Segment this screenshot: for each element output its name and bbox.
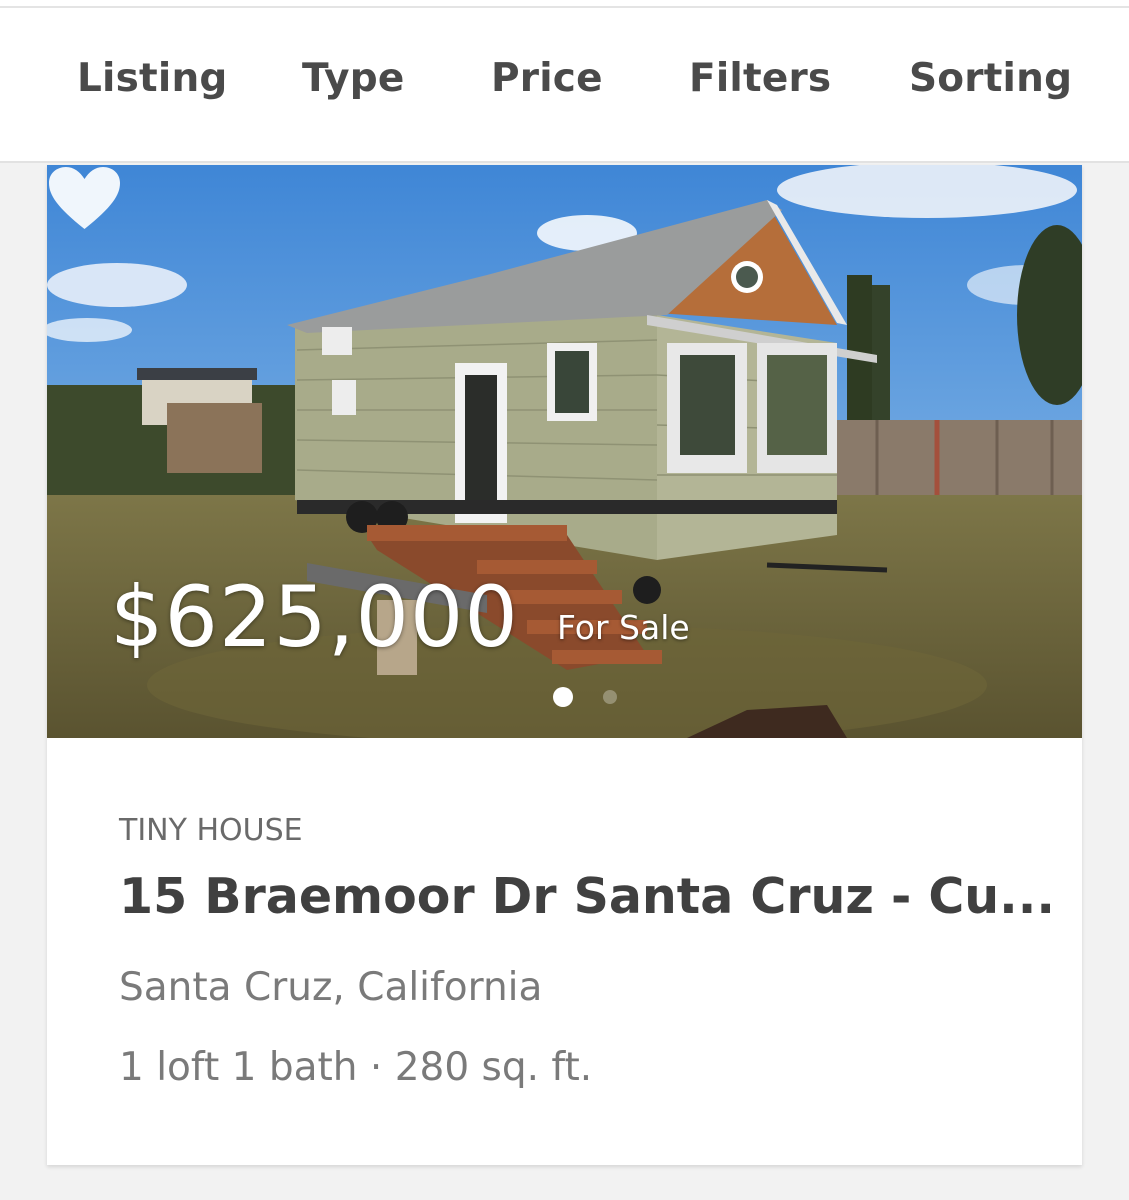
listing-card[interactable]: $625,000 For Sale TINY HOUSE 15 Braemoor… bbox=[47, 165, 1082, 1165]
tab-listing[interactable]: Listing bbox=[77, 56, 228, 101]
photo-indicator-active[interactable] bbox=[553, 687, 573, 707]
top-divider bbox=[0, 0, 1129, 8]
tab-price[interactable]: Price bbox=[491, 56, 603, 101]
photo-indicator[interactable] bbox=[603, 690, 617, 704]
tab-filters[interactable]: Filters bbox=[689, 56, 831, 101]
filter-tab-bar: Listing Type Price Filters Sorting bbox=[0, 8, 1129, 163]
listing-photo[interactable]: $625,000 For Sale bbox=[47, 165, 1082, 738]
favorite-heart-icon[interactable] bbox=[47, 165, 122, 231]
listing-status: For Sale bbox=[557, 608, 690, 647]
listing-type: TINY HOUSE bbox=[119, 813, 303, 848]
listing-title[interactable]: 15 Braemoor Dr Santa Cruz - Cu... bbox=[119, 868, 1055, 925]
listing-details: 1 loft 1 bath · 280 sq. ft. bbox=[119, 1045, 593, 1090]
listing-price: $625,000 bbox=[110, 568, 519, 666]
listing-location: Santa Cruz, California bbox=[119, 965, 543, 1010]
tab-sorting[interactable]: Sorting bbox=[909, 56, 1072, 101]
tab-type[interactable]: Type bbox=[302, 56, 405, 101]
